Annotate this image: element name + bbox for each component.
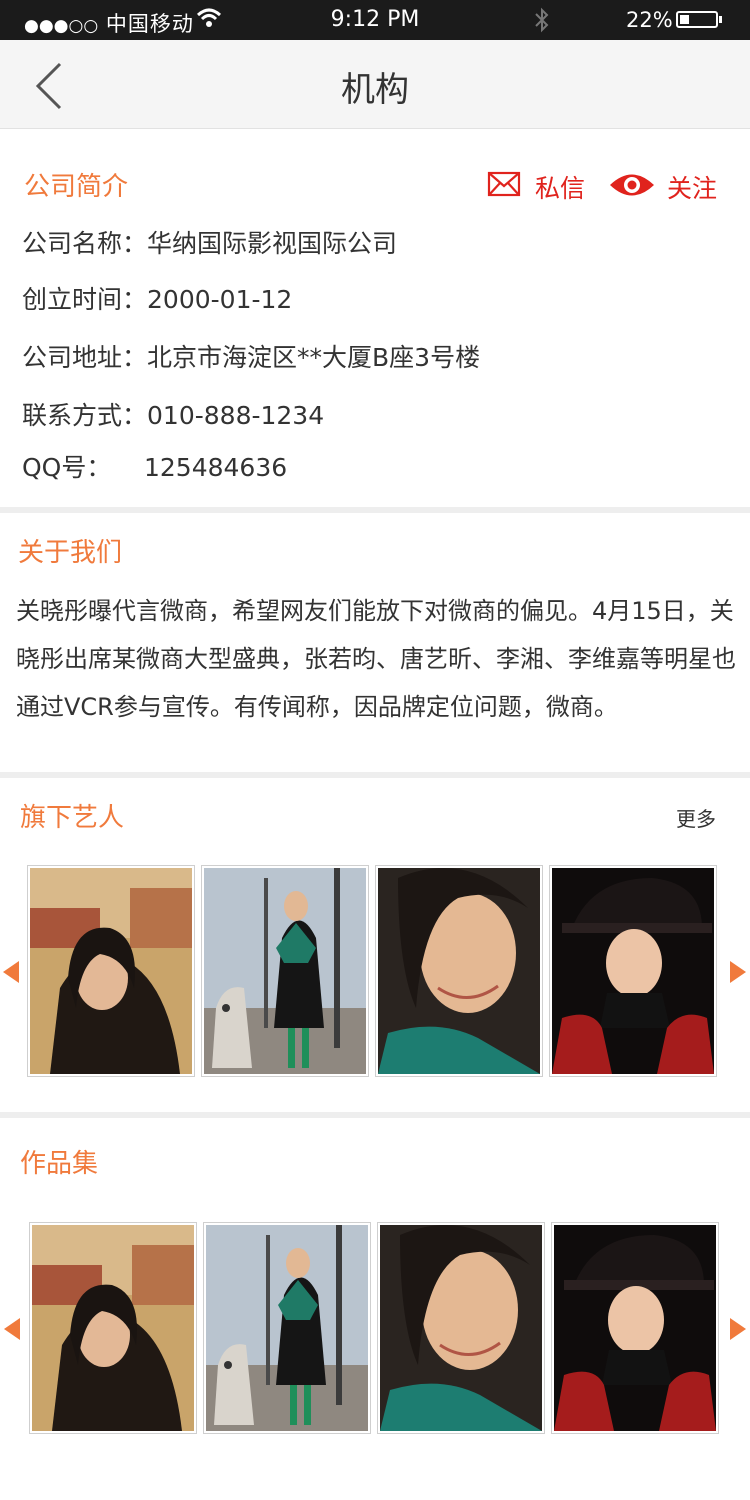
artist-photo[interactable] — [201, 865, 369, 1077]
row-value: 2000-01-12 — [147, 285, 293, 314]
qq-row: QQ号： 125484636 — [22, 448, 287, 484]
row-value: 125484636 — [144, 453, 288, 482]
work-photo-image — [554, 1225, 716, 1431]
work-photo[interactable] — [377, 1222, 545, 1434]
bluetooth-icon — [535, 7, 549, 33]
nav-bar: 机构 — [0, 40, 750, 129]
eye-icon — [610, 174, 654, 196]
company-name-row: 公司名称：华纳国际影视国际公司 — [22, 224, 397, 260]
works-gallery — [0, 1222, 750, 1436]
right-arrow-icon[interactable] — [728, 1316, 748, 1342]
message-label: 私信 — [535, 174, 586, 203]
address-row: 公司地址：北京市海淀区**大厦B座3号楼 — [22, 338, 480, 374]
mail-icon — [487, 171, 521, 197]
more-link[interactable]: 更多 — [676, 803, 716, 832]
battery-icon — [676, 11, 718, 28]
follow-label: 关注 — [667, 174, 718, 203]
artist-photo-image — [378, 868, 540, 1074]
left-arrow-icon[interactable] — [1, 959, 21, 985]
row-label: 公司名称： — [22, 229, 148, 258]
status-bar: ●●●○○ 中国移动 9:12 PM 22% — [0, 0, 750, 40]
section-divider — [0, 772, 750, 778]
right-arrow-icon[interactable] — [728, 959, 748, 985]
artist-photo-image — [204, 868, 366, 1074]
contact-row: 联系方式：010-888-1234 — [22, 396, 324, 432]
about-text: 关晓彤曝代言微商，希望网友们能放下对微商的偏见。4月15日，关晓彤出席某微商大型… — [16, 597, 736, 721]
battery-percent: 22% — [626, 8, 673, 32]
page-title: 机构 — [341, 70, 409, 110]
artists-gallery — [0, 865, 750, 1079]
artists-heading: 旗下艺人 — [20, 803, 125, 833]
row-label: 联系方式： — [22, 401, 148, 430]
section-divider — [0, 507, 750, 513]
company-intro-heading: 公司简介 — [24, 172, 129, 202]
row-label: QQ号： — [22, 453, 112, 482]
left-arrow-icon[interactable] — [2, 1316, 22, 1342]
about-heading: 关于我们 — [18, 538, 123, 568]
work-photo[interactable] — [29, 1222, 197, 1434]
work-photo-image — [206, 1225, 368, 1431]
work-photo[interactable] — [203, 1222, 371, 1434]
artist-photo-image — [30, 868, 192, 1074]
section-divider — [0, 1112, 750, 1118]
row-label: 公司地址： — [22, 343, 148, 372]
work-photo[interactable] — [551, 1222, 719, 1434]
follow-button[interactable]: 关注 — [608, 168, 723, 204]
founded-date-row: 创立时间：2000-01-12 — [22, 280, 292, 316]
artist-photo[interactable] — [375, 865, 543, 1077]
artist-photo-image — [552, 868, 714, 1074]
artist-photo[interactable] — [549, 865, 717, 1077]
work-photo-image — [32, 1225, 194, 1431]
row-label: 创立时间： — [22, 285, 148, 314]
work-photo-image — [380, 1225, 542, 1431]
row-value: 010-888-1234 — [147, 401, 325, 430]
row-value: 华纳国际影视国际公司 — [147, 229, 398, 258]
works-heading: 作品集 — [20, 1149, 99, 1179]
artist-photo[interactable] — [27, 865, 195, 1077]
row-value: 北京市海淀区**大厦B座3号楼 — [147, 343, 481, 372]
battery-cap — [719, 16, 722, 23]
message-button[interactable]: 私信 — [487, 168, 597, 204]
